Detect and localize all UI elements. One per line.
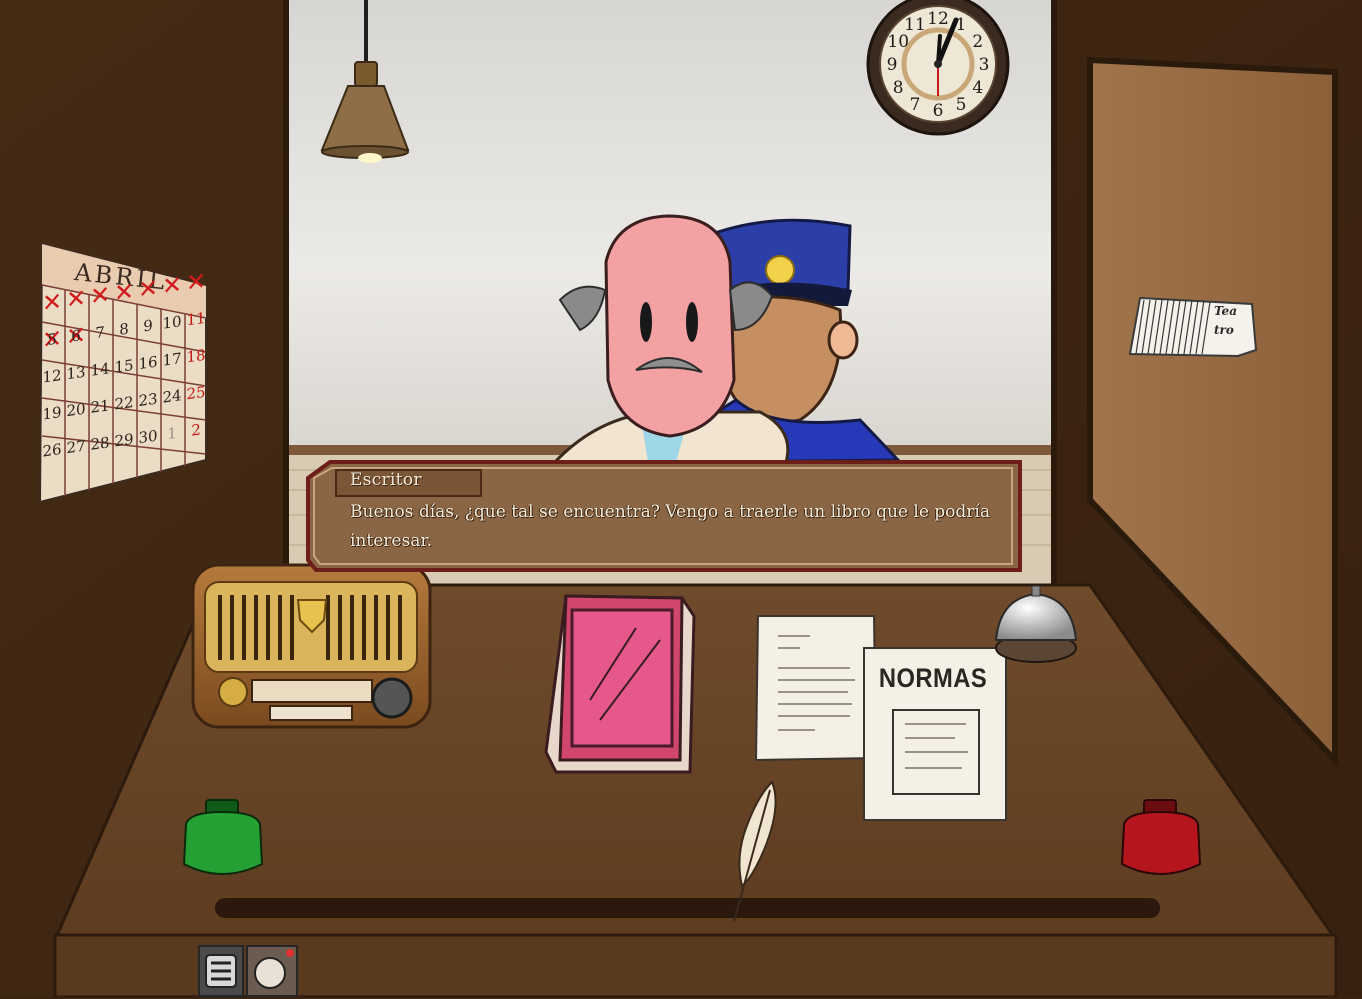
calendar-button[interactable]	[40, 244, 206, 502]
clock-number: 4	[972, 78, 983, 98]
service-bell-button[interactable]	[996, 586, 1076, 662]
wall-ticket-button[interactable]	[1128, 296, 1258, 358]
phone-dial-icon	[254, 949, 294, 989]
menu-lines-icon	[205, 954, 237, 988]
rules-sheet-button[interactable]	[864, 648, 1006, 820]
clock-number: 2	[972, 32, 983, 52]
dialog-text[interactable]: Buenos días, ¿que tal se encuentra? Veng…	[350, 498, 990, 556]
speaker-name: Escritor	[350, 470, 422, 490]
menu-button[interactable]	[198, 945, 244, 997]
clock-number: 8	[893, 78, 904, 98]
phone-button[interactable]	[246, 945, 298, 997]
clock-number: 11	[904, 15, 926, 35]
clock-number: 12	[927, 9, 949, 29]
red-ink-button[interactable]	[1122, 800, 1200, 880]
clock-number: 6	[933, 101, 944, 121]
clock-number: 7	[910, 95, 921, 115]
green-ink-button[interactable]	[184, 800, 262, 880]
clock-number: 3	[979, 55, 990, 75]
letter-paper-button[interactable]	[756, 616, 876, 760]
clock-number: 5	[956, 95, 967, 115]
radio-button[interactable]	[193, 565, 430, 727]
book-button[interactable]	[546, 596, 696, 774]
quill-pen-button[interactable]	[730, 780, 782, 924]
wall-clock: 12 1234567891011	[866, 0, 1010, 136]
clock-number: 9	[887, 55, 898, 75]
